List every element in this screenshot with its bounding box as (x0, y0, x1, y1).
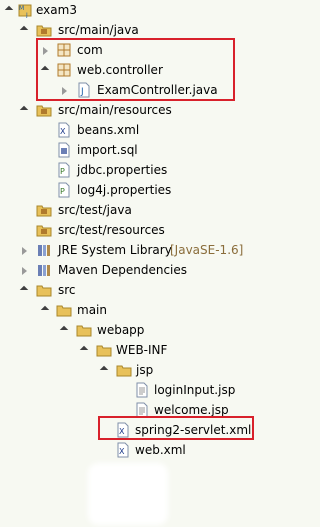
xml-file-icon: X (117, 442, 129, 458)
project-explorer-tree: M J exam3 src/main/java com web.controll… (0, 0, 288, 527)
tree-item-label: webapp (97, 323, 145, 337)
tree-item-src-test-java[interactable]: src/test/java (0, 200, 160, 220)
folder-icon (116, 365, 132, 377)
folder-icon (56, 305, 72, 317)
tree-item-label: jsp (136, 363, 154, 377)
tree-item-exam3[interactable]: M J exam3 (0, 0, 120, 20)
expand-arrow-icon[interactable] (5, 4, 17, 16)
expand-arrow-icon[interactable] (41, 304, 53, 316)
tree-item-label: exam3 (36, 3, 77, 17)
svg-text:P: P (60, 187, 65, 196)
tree-item-web-xml[interactable]: X web.xml (0, 440, 200, 460)
xml-file-icon: X (58, 122, 70, 138)
tree-item-label: main (77, 303, 107, 317)
source-folder-icon (36, 225, 52, 237)
svg-text:M: M (19, 5, 24, 12)
expand-arrow-icon[interactable] (60, 324, 72, 336)
source-folder-icon (36, 105, 52, 117)
tree-item-jsp[interactable]: jsp (0, 360, 180, 380)
properties-file-icon: P (58, 162, 70, 178)
tree-item-label: jdbc.properties (77, 163, 168, 177)
tree-item-src[interactable]: src (0, 280, 120, 300)
tree-item-import-sql[interactable]: import.sql (0, 140, 160, 160)
tree-item-label: log4j.properties (77, 183, 172, 197)
source-folder-icon (36, 205, 52, 217)
tree-item-label: src/test/resources (58, 223, 165, 237)
sql-file-icon (58, 142, 70, 158)
tree-item-label: loginInput.jsp (154, 383, 236, 397)
jsp-file-icon (136, 382, 148, 398)
tree-item-label: WEB-INF (116, 343, 168, 357)
jre-version-label: [JavaSE-1.6] (170, 243, 244, 257)
tree-item-beans-xml[interactable]: X beans.xml (0, 120, 160, 140)
tree-item-jdbc-properties[interactable]: P jdbc.properties (0, 160, 180, 180)
svg-text:P: P (60, 167, 65, 176)
expand-arrow-icon[interactable] (80, 344, 92, 356)
tree-item-login-input-jsp[interactable]: loginInput.jsp (0, 380, 250, 400)
tree-item-jre-library[interactable]: JRE System Library [JavaSE-1.6] (0, 240, 260, 260)
tree-item-label: src (58, 283, 76, 297)
tree-item-src-main-resources[interactable]: src/main/resources (0, 100, 200, 120)
expand-arrow-icon[interactable] (20, 104, 32, 116)
expand-arrow-icon[interactable] (20, 284, 32, 296)
tree-item-web-inf[interactable]: WEB-INF (0, 340, 180, 360)
expand-arrow-icon[interactable] (100, 364, 112, 376)
properties-file-icon: P (58, 182, 70, 198)
collapse-arrow-icon[interactable] (20, 264, 32, 276)
tree-item-log4j-properties[interactable]: P log4j.properties (0, 180, 180, 200)
highlight-box-spring2-servlet (98, 416, 254, 440)
tree-item-label: beans.xml (77, 123, 140, 137)
tree-item-label: Maven Dependencies (58, 263, 188, 277)
folder-icon (96, 345, 112, 357)
svg-text:X: X (60, 127, 66, 136)
tree-item-main[interactable]: main (0, 300, 120, 320)
library-icon (38, 265, 50, 276)
library-icon (38, 245, 50, 256)
folder-icon (36, 285, 52, 297)
tree-item-webapp[interactable]: webapp (0, 320, 160, 340)
expand-arrow-icon[interactable] (20, 24, 32, 36)
tree-item-label: JRE System Library (58, 243, 172, 257)
source-folder-icon (36, 25, 52, 37)
highlight-box-packages (36, 38, 235, 101)
tree-item-maven-dependencies[interactable]: Maven Dependencies (0, 260, 200, 280)
tree-item-label: src/main/java (58, 23, 139, 37)
collapse-arrow-icon[interactable] (20, 244, 32, 256)
svg-text:X: X (119, 447, 125, 456)
tree-item-label: web.xml (135, 443, 186, 457)
tree-item-src-test-resources[interactable]: src/test/resources (0, 220, 180, 240)
tree-item-label: src/test/java (58, 203, 132, 217)
folder-icon (76, 325, 92, 337)
tree-item-label: import.sql (77, 143, 138, 157)
project-icon: M J (18, 4, 32, 18)
tree-item-src-main-java[interactable]: src/main/java (0, 20, 160, 40)
svg-text:J: J (25, 12, 28, 18)
blurred-watermark (88, 463, 168, 525)
tree-item-label: src/main/resources (58, 103, 172, 117)
